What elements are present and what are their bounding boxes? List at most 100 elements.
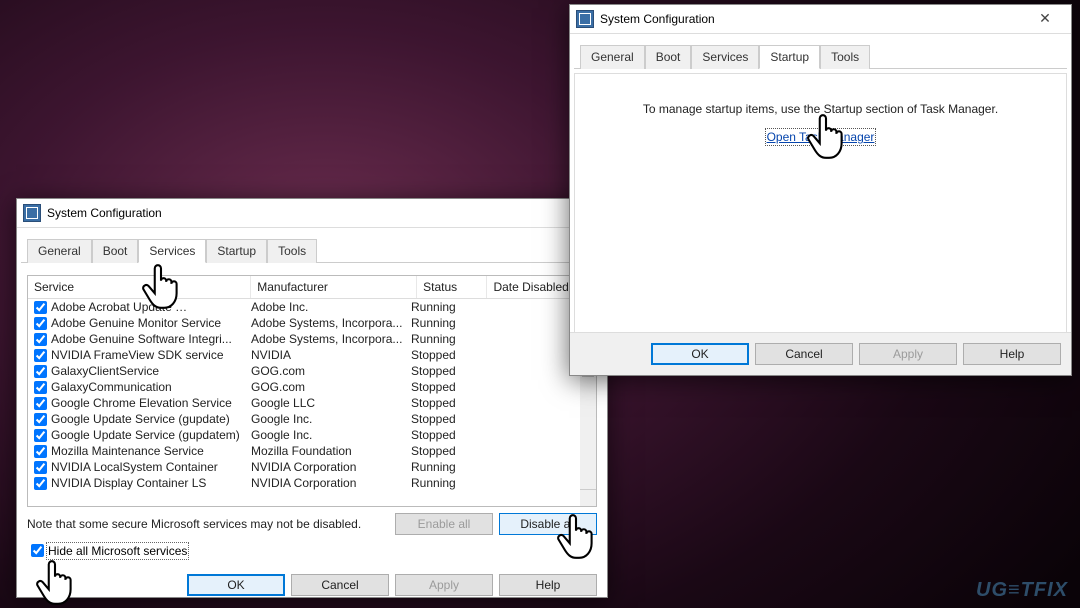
window-title: System Configuration bbox=[600, 12, 1025, 26]
cell-manufacturer: GOG.com bbox=[251, 380, 411, 394]
col-status[interactable]: Status bbox=[417, 276, 487, 298]
cell-status: Stopped bbox=[411, 444, 483, 458]
help-button[interactable]: Help bbox=[499, 574, 597, 596]
cell-manufacturer: Adobe Systems, Incorpora... bbox=[251, 316, 411, 330]
tab-boot[interactable]: Boot bbox=[92, 239, 139, 263]
cell-manufacturer: Google LLC bbox=[251, 396, 411, 410]
cell-service: Adobe Genuine Software Integri... bbox=[51, 332, 251, 346]
help-button[interactable]: Help bbox=[963, 343, 1061, 365]
table-row[interactable]: NVIDIA Display Container LSNVIDIA Corpor… bbox=[28, 475, 596, 491]
cancel-button[interactable]: Cancel bbox=[755, 343, 853, 365]
cell-manufacturer: Mozilla Foundation bbox=[251, 444, 411, 458]
tab-services[interactable]: Services bbox=[138, 239, 206, 263]
cell-manufacturer: Google Inc. bbox=[251, 412, 411, 426]
service-checkbox[interactable] bbox=[34, 477, 47, 490]
table-row[interactable]: GalaxyClientServiceGOG.comStopped bbox=[28, 363, 596, 379]
services-list[interactable]: Service Manufacturer Status Date Disable… bbox=[27, 275, 597, 507]
app-icon bbox=[576, 10, 594, 28]
list-header: Service Manufacturer Status Date Disable… bbox=[28, 276, 596, 299]
service-checkbox[interactable] bbox=[34, 317, 47, 330]
window-title: System Configuration bbox=[47, 206, 601, 220]
list-rows: Adobe Acrobat Update …Adobe Inc.RunningA… bbox=[28, 299, 596, 506]
table-row[interactable]: NVIDIA LocalSystem ContainerNVIDIA Corpo… bbox=[28, 459, 596, 475]
tab-boot[interactable]: Boot bbox=[645, 45, 692, 69]
cell-manufacturer: GOG.com bbox=[251, 364, 411, 378]
cell-service: GalaxyCommunication bbox=[51, 380, 251, 394]
tab-services[interactable]: Services bbox=[691, 45, 759, 69]
hide-ms-services-label[interactable]: Hide all Microsoft services bbox=[48, 544, 187, 558]
cell-status: Stopped bbox=[411, 428, 483, 442]
tab-general[interactable]: General bbox=[27, 239, 92, 263]
cell-service: NVIDIA Display Container LS bbox=[51, 476, 251, 490]
services-body: Service Manufacturer Status Date Disable… bbox=[17, 267, 607, 604]
table-row[interactable]: Google Chrome Elevation ServiceGoogle LL… bbox=[28, 395, 596, 411]
cell-service: GalaxyClientService bbox=[51, 364, 251, 378]
service-checkbox[interactable] bbox=[34, 445, 47, 458]
startup-body: To manage startup items, use the Startup… bbox=[574, 73, 1067, 351]
cell-status: Running bbox=[411, 460, 483, 474]
col-service[interactable]: Service bbox=[28, 276, 251, 298]
cell-service: NVIDIA FrameView SDK service bbox=[51, 348, 251, 362]
titlebar[interactable]: System Configuration bbox=[17, 199, 607, 228]
cell-status: Running bbox=[411, 300, 483, 314]
close-icon[interactable]: ✕ bbox=[1025, 8, 1065, 30]
tab-tools[interactable]: Tools bbox=[267, 239, 317, 263]
table-row[interactable]: Google Update Service (gupdatem)Google I… bbox=[28, 427, 596, 443]
hide-ms-services-checkbox[interactable] bbox=[31, 544, 44, 557]
cell-status: Stopped bbox=[411, 348, 483, 362]
service-checkbox[interactable] bbox=[34, 413, 47, 426]
service-checkbox[interactable] bbox=[34, 301, 47, 314]
tab-startup[interactable]: Startup bbox=[206, 239, 267, 263]
table-row[interactable]: NVIDIA FrameView SDK serviceNVIDIAStoppe… bbox=[28, 347, 596, 363]
service-checkbox[interactable] bbox=[34, 365, 47, 378]
secure-services-note: Note that some secure Microsoft services… bbox=[27, 517, 361, 531]
cell-manufacturer: Adobe Systems, Incorpora... bbox=[251, 332, 411, 346]
tab-strip: General Boot Services Startup Tools bbox=[21, 232, 603, 263]
cell-service: NVIDIA LocalSystem Container bbox=[51, 460, 251, 474]
table-row[interactable]: GalaxyCommunicationGOG.comStopped bbox=[28, 379, 596, 395]
table-row[interactable]: Adobe Acrobat Update …Adobe Inc.Running bbox=[28, 299, 596, 315]
service-checkbox[interactable] bbox=[34, 333, 47, 346]
cell-service: Google Update Service (gupdatem) bbox=[51, 428, 251, 442]
tab-strip: General Boot Services Startup Tools bbox=[574, 38, 1067, 69]
table-row[interactable]: Adobe Genuine Monitor ServiceAdobe Syste… bbox=[28, 315, 596, 331]
service-checkbox[interactable] bbox=[34, 349, 47, 362]
service-checkbox[interactable] bbox=[34, 429, 47, 442]
cell-service: Mozilla Maintenance Service bbox=[51, 444, 251, 458]
cell-status: Running bbox=[411, 316, 483, 330]
service-checkbox[interactable] bbox=[34, 397, 47, 410]
cell-service: Adobe Genuine Monitor Service bbox=[51, 316, 251, 330]
disable-all-button[interactable]: Disable all bbox=[499, 513, 597, 535]
service-checkbox[interactable] bbox=[34, 381, 47, 394]
col-manufacturer[interactable]: Manufacturer bbox=[251, 276, 417, 298]
cell-status: Stopped bbox=[411, 396, 483, 410]
table-row[interactable]: Adobe Genuine Software Integri...Adobe S… bbox=[28, 331, 596, 347]
cell-manufacturer: NVIDIA bbox=[251, 348, 411, 362]
cell-manufacturer: NVIDIA Corporation bbox=[251, 476, 411, 490]
table-row[interactable]: Mozilla Maintenance ServiceMozilla Found… bbox=[28, 443, 596, 459]
cell-service: Google Update Service (gupdate) bbox=[51, 412, 251, 426]
titlebar[interactable]: System Configuration ✕ bbox=[570, 5, 1071, 34]
open-task-manager-link[interactable]: Open Task Manager bbox=[767, 130, 875, 144]
enable-all-button[interactable]: Enable all bbox=[395, 513, 493, 535]
ok-button[interactable]: OK bbox=[651, 343, 749, 365]
cell-status: Stopped bbox=[411, 380, 483, 394]
cancel-button[interactable]: Cancel bbox=[291, 574, 389, 596]
tab-startup[interactable]: Startup bbox=[759, 45, 820, 69]
tab-general[interactable]: General bbox=[580, 45, 645, 69]
table-row[interactable]: Google Update Service (gupdate)Google In… bbox=[28, 411, 596, 427]
startup-message: To manage startup items, use the Startup… bbox=[585, 102, 1056, 116]
cell-manufacturer: Google Inc. bbox=[251, 428, 411, 442]
tab-tools[interactable]: Tools bbox=[820, 45, 870, 69]
ok-button[interactable]: OK bbox=[187, 574, 285, 596]
cell-status: Stopped bbox=[411, 364, 483, 378]
dialog-buttons: OK Cancel Apply Help bbox=[570, 332, 1071, 375]
cell-service: Adobe Acrobat Update … bbox=[51, 300, 251, 314]
cell-manufacturer: Adobe Inc. bbox=[251, 300, 411, 314]
apply-button[interactable]: Apply bbox=[859, 343, 957, 365]
cell-status: Running bbox=[411, 332, 483, 346]
service-checkbox[interactable] bbox=[34, 461, 47, 474]
system-configuration-services-window: System Configuration General Boot Servic… bbox=[16, 198, 608, 598]
cell-service: Google Chrome Elevation Service bbox=[51, 396, 251, 410]
apply-button[interactable]: Apply bbox=[395, 574, 493, 596]
